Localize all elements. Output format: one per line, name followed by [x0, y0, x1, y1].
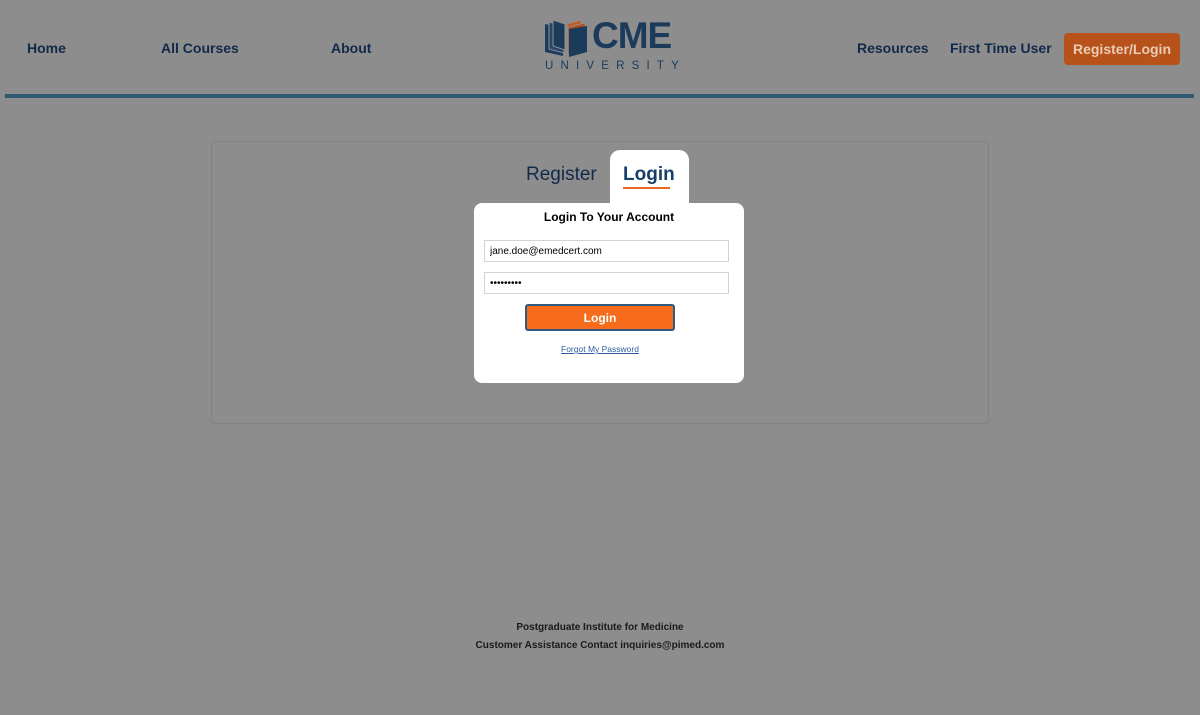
- tab-login-label: Login: [623, 164, 675, 185]
- page: Home All Courses About CME UNIVERSITY Re…: [0, 0, 1200, 715]
- site-header: Home All Courses About CME UNIVERSITY Re…: [0, 0, 1200, 95]
- nav-about[interactable]: About: [331, 40, 371, 56]
- logo-wordmark: CME: [592, 15, 672, 56]
- footer-organization: Postgraduate Institute for Medicine: [516, 622, 684, 633]
- nav-first-time-user[interactable]: First Time User: [950, 40, 1052, 56]
- header-divider: [5, 94, 1194, 98]
- logo-subtitle: UNIVERSITY: [545, 60, 687, 72]
- login-button[interactable]: Login: [525, 304, 675, 331]
- nav-all-courses[interactable]: All Courses: [161, 40, 239, 56]
- footer-contact: Customer Assistance Contact inquiries@pi…: [475, 640, 725, 651]
- cme-university-logo[interactable]: CME UNIVERSITY: [543, 15, 687, 74]
- password-field[interactable]: [484, 272, 729, 294]
- email-field[interactable]: [484, 240, 729, 262]
- nav-resources[interactable]: Resources: [857, 40, 929, 56]
- open-book-icon: [545, 19, 587, 57]
- nav-home[interactable]: Home: [27, 40, 66, 56]
- active-tab-indicator: [623, 187, 670, 189]
- forgot-password-link[interactable]: Forgot My Password: [474, 344, 726, 354]
- login-panel: Login To Your Account Login Forgot My Pa…: [474, 203, 744, 383]
- register-login-button[interactable]: Register/Login: [1064, 33, 1180, 65]
- tab-register[interactable]: Register: [526, 164, 597, 186]
- login-panel-title: Login To Your Account: [543, 210, 675, 224]
